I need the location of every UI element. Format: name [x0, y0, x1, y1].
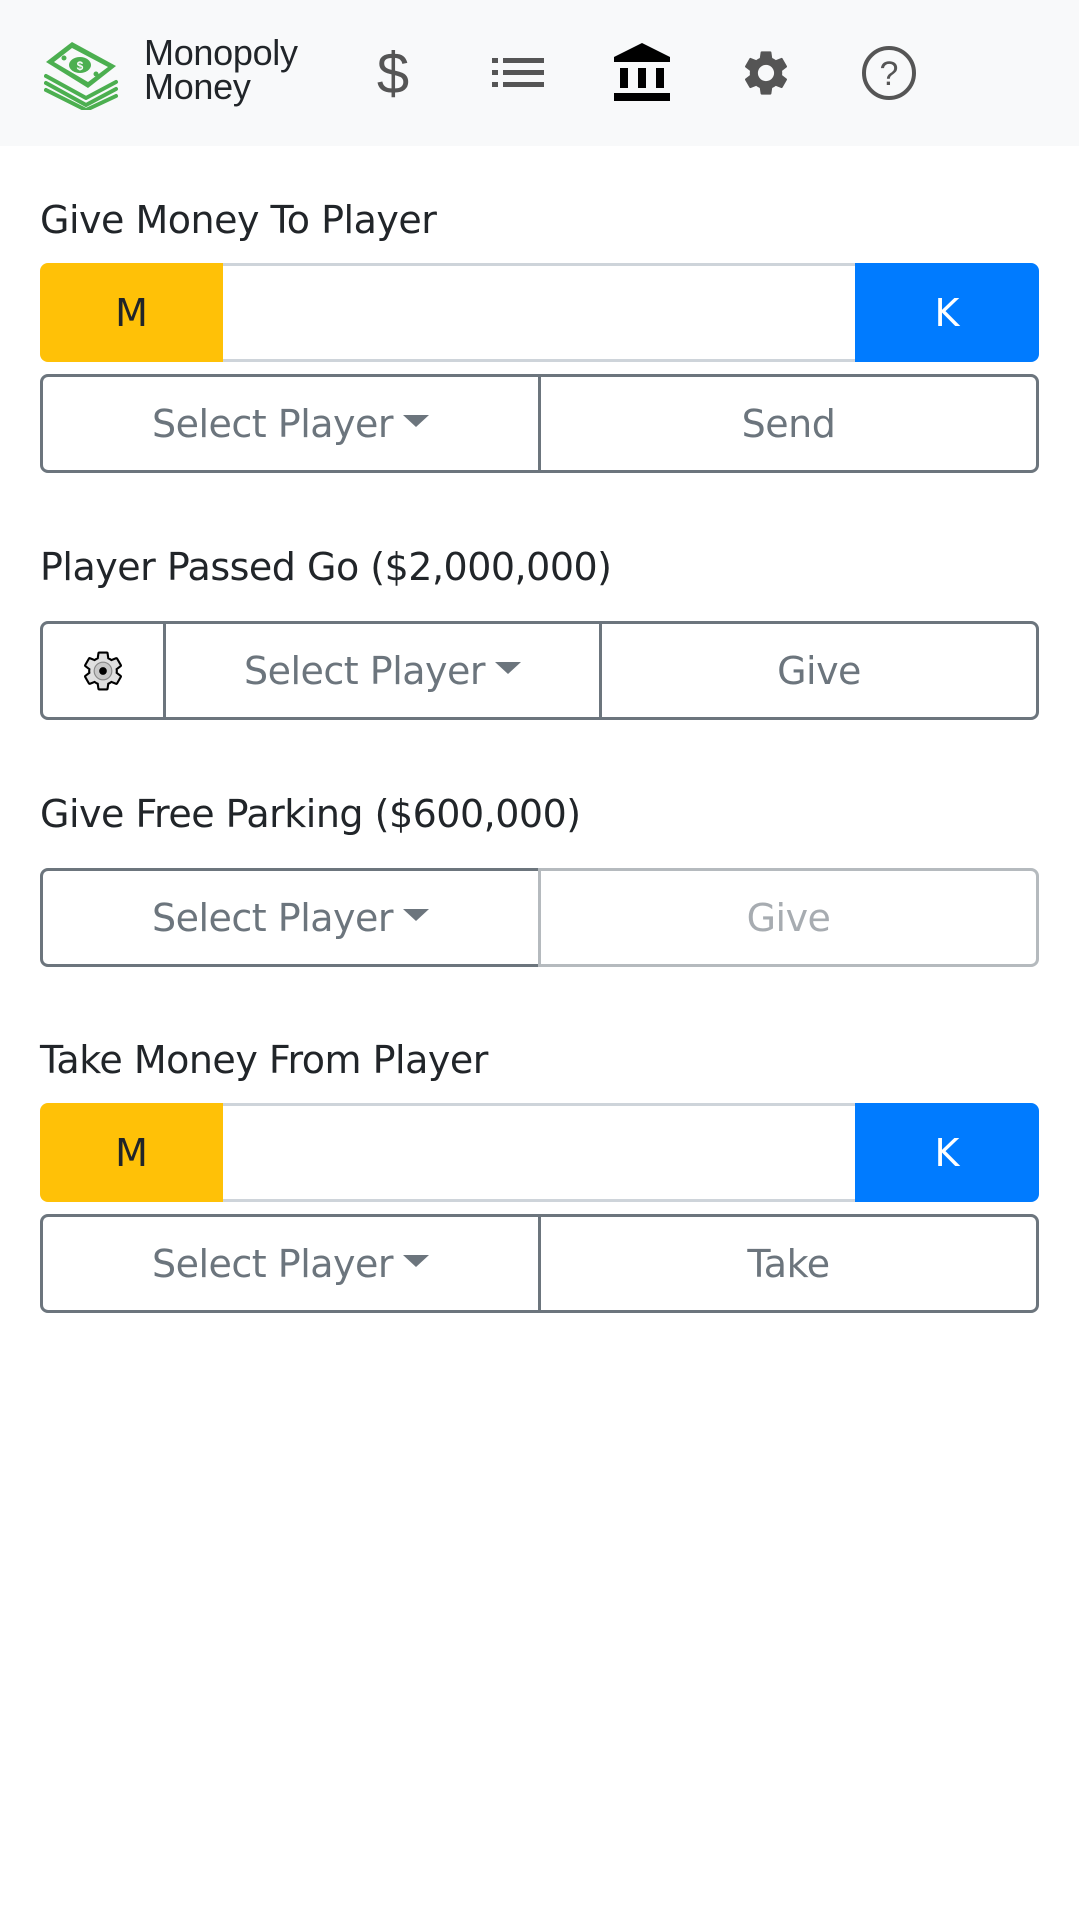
give-money-title: Give Money To Player — [40, 198, 437, 242]
take-select-player-dropdown[interactable]: Select Player — [40, 1214, 541, 1313]
select-player-label: Select Player — [243, 648, 486, 693]
free-parking-give-button[interactable]: Give — [538, 868, 1039, 967]
send-button[interactable]: Send — [538, 374, 1039, 473]
brand-line-2: Money — [144, 66, 251, 107]
caret-down-icon — [403, 908, 430, 921]
take-actions-group: Select Player Take — [40, 1214, 1039, 1313]
caret-down-icon — [403, 414, 430, 427]
list-icon — [492, 58, 544, 87]
caret-down-icon — [495, 661, 522, 674]
give-actions-group: Select Player Send — [40, 374, 1039, 473]
give-thousands-button[interactable]: K — [855, 263, 1039, 362]
passed-go-select-player-dropdown[interactable]: Select Player — [163, 621, 602, 720]
take-amount-group: M K — [40, 1103, 1039, 1202]
select-player-label: Select Player — [151, 1241, 394, 1286]
bank-icon — [614, 43, 670, 101]
gear-icon — [744, 51, 788, 95]
take-money-title: Take Money From Player — [40, 1038, 488, 1082]
brand-name[interactable]: Monopoly Money — [144, 32, 298, 107]
nav-help-button[interactable]: ? — [856, 40, 922, 106]
passed-go-give-button[interactable]: Give — [599, 621, 1039, 720]
gear-icon — [84, 651, 122, 690]
dollar-icon: $ — [377, 45, 409, 101]
select-player-label: Select Player — [151, 895, 394, 940]
passed-go-settings-button[interactable] — [40, 621, 166, 720]
give-amount-input[interactable] — [223, 263, 855, 362]
take-button[interactable]: Take — [538, 1214, 1039, 1313]
give-amount-group: M K — [40, 263, 1039, 362]
passed-go-title: Player Passed Go ($2,000,000) — [40, 545, 612, 589]
svg-text:$: $ — [377, 45, 409, 101]
nav-settings-button[interactable] — [733, 40, 799, 106]
free-parking-select-player-dropdown[interactable]: Select Player — [40, 868, 541, 967]
brand-line-1: Monopoly — [144, 32, 298, 73]
give-millions-button[interactable]: M — [40, 263, 223, 362]
take-thousands-button[interactable]: K — [855, 1103, 1039, 1202]
take-millions-button[interactable]: M — [40, 1103, 223, 1202]
passed-go-actions-group: Select Player Give — [40, 621, 1039, 720]
nav-funds-button[interactable]: $ — [360, 40, 426, 106]
nav-history-button[interactable] — [485, 40, 551, 106]
free-parking-title: Give Free Parking ($600,000) — [40, 792, 581, 836]
nav-bank-button[interactable] — [609, 40, 675, 106]
select-player-label: Select Player — [151, 401, 394, 446]
svg-text:$: $ — [77, 59, 84, 73]
take-amount-input[interactable] — [223, 1103, 855, 1202]
free-parking-actions-group: Select Player Give — [40, 868, 1039, 967]
money-stack-icon[interactable]: $ — [44, 36, 120, 112]
help-circle-icon: ? — [862, 46, 916, 100]
caret-down-icon — [403, 1254, 430, 1267]
navbar: $ Monopoly Money $ ? — [0, 0, 1079, 146]
give-select-player-dropdown[interactable]: Select Player — [40, 374, 541, 473]
svg-text:?: ? — [880, 55, 899, 93]
